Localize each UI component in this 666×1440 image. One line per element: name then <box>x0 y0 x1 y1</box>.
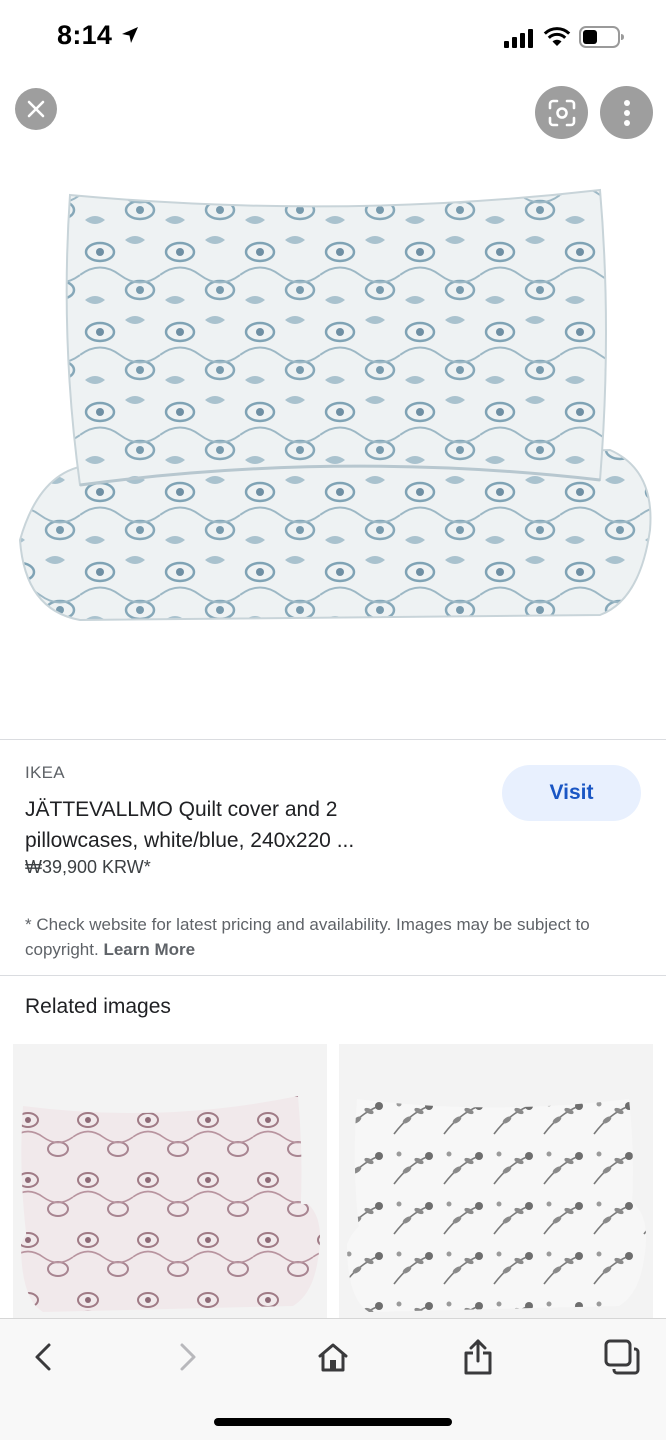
divider <box>0 975 666 976</box>
related-image-2[interactable] <box>339 1044 653 1320</box>
product-image[interactable] <box>0 150 666 710</box>
more-vert-icon <box>623 99 630 126</box>
close-button[interactable] <box>15 88 57 130</box>
signal-icon <box>504 29 533 48</box>
related-images-heading: Related images <box>25 995 171 1018</box>
back-icon <box>35 1343 51 1371</box>
forward-button[interactable] <box>158 1333 218 1381</box>
divider <box>0 739 666 740</box>
status-time: 8:14 <box>57 20 113 50</box>
tabs-icon <box>604 1339 640 1375</box>
more-options-button[interactable] <box>600 86 653 139</box>
result-price: ₩39,900 KRW* <box>25 857 151 877</box>
tabs-button[interactable] <box>592 1333 652 1381</box>
close-icon <box>27 100 45 118</box>
wifi-icon <box>543 27 571 46</box>
home-icon <box>318 1343 348 1372</box>
related-image-mauve <box>21 1096 321 1312</box>
learn-more-link[interactable]: Learn More <box>103 940 195 959</box>
back-button[interactable] <box>13 1333 73 1381</box>
lens-icon <box>548 99 575 126</box>
related-image-floral <box>347 1099 647 1312</box>
home-indicator <box>214 1418 452 1426</box>
related-image-1[interactable] <box>13 1044 327 1320</box>
battery-icon <box>579 26 624 48</box>
share-button[interactable] <box>448 1333 508 1381</box>
share-icon <box>464 1339 492 1375</box>
forward-icon <box>180 1343 196 1371</box>
lens-button[interactable] <box>535 86 588 139</box>
visit-button[interactable]: Visit <box>502 765 641 821</box>
home-button[interactable] <box>303 1333 363 1381</box>
result-title[interactable]: JÄTTEVALLMO Quilt cover and 2 pillowcase… <box>25 794 445 856</box>
result-source: IKEA <box>25 763 65 782</box>
location-arrow-icon <box>122 27 138 43</box>
disclaimer: * Check website for latest pricing and a… <box>25 912 635 962</box>
status-bar: 8:14 <box>0 0 666 76</box>
